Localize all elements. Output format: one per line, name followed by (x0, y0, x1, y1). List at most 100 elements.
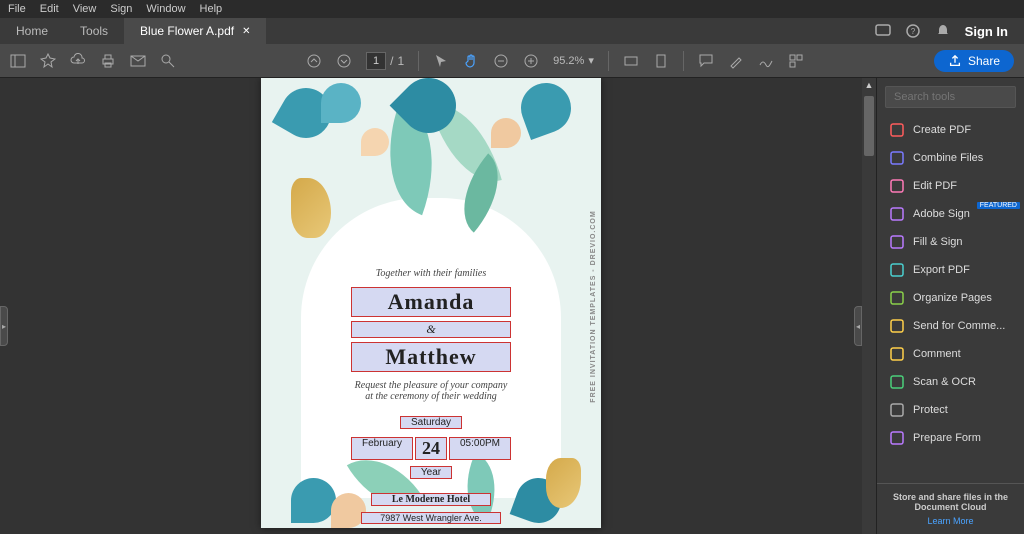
vertical-scrollbar[interactable]: ▲ (862, 78, 876, 534)
tool-icon (889, 430, 905, 446)
sign-in-button[interactable]: Sign In (965, 24, 1008, 39)
tab-bar: Home Tools Blue Flower A.pdf ✕ ? Sign In (0, 18, 1024, 44)
hand-tool-icon[interactable] (463, 53, 479, 69)
cloud-upload-icon[interactable] (70, 53, 86, 69)
scroll-up-icon[interactable]: ▲ (865, 80, 874, 90)
tools-panel: Create PDF Combine Files Edit PDF Adobe Sig… (876, 78, 1024, 534)
request-line2: at the ceremony of their wedding (261, 391, 601, 402)
main-area: ▸ (0, 78, 1024, 534)
address-field[interactable]: 7987 West Wrangler Ave. (361, 512, 501, 524)
zoom-out-icon[interactable] (493, 53, 509, 69)
page-number: / 1 (366, 52, 404, 70)
page-down-icon[interactable] (336, 53, 352, 69)
menu-help[interactable]: Help (200, 3, 223, 15)
cloud-promo: Store and share files in the Document Cl… (877, 483, 1024, 534)
tool-icon (889, 150, 905, 166)
tab-tools[interactable]: Tools (64, 18, 124, 44)
menu-sign[interactable]: Sign (110, 3, 132, 15)
selection-arrow-icon[interactable] (433, 53, 449, 69)
page-up-icon[interactable] (306, 53, 322, 69)
print-icon[interactable] (100, 53, 116, 69)
floral-top-decoration (261, 78, 601, 238)
tab-document[interactable]: Blue Flower A.pdf ✕ (124, 18, 266, 44)
more-tools-icon[interactable] (788, 53, 804, 69)
tool-icon (889, 234, 905, 250)
month-field[interactable]: February (351, 437, 413, 460)
tool-list: Create PDF Combine Files Edit PDF Adobe Sig… (877, 116, 1024, 483)
zoom-dropdown[interactable]: 95.2% ▾ (553, 54, 594, 67)
promo-learn-more-link[interactable]: Learn More (885, 516, 1016, 526)
expand-left-handle[interactable]: ▸ (0, 306, 8, 346)
menu-window[interactable]: Window (146, 3, 185, 15)
scrollbar-thumb[interactable] (864, 96, 874, 156)
expand-right-handle[interactable]: ◂ (854, 306, 862, 346)
featured-badge: FEATURED (977, 202, 1020, 209)
tool-item-comment[interactable]: Comment (877, 340, 1024, 368)
tool-label: Prepare Form (913, 432, 981, 444)
tool-item-edit-pdf[interactable]: Edit PDF (877, 172, 1024, 200)
chat-icon[interactable] (875, 23, 891, 39)
toolbar: / 1 95.2% ▾ Share (0, 44, 1024, 78)
day-field[interactable]: Saturday (400, 416, 462, 429)
intro-text: Together with their families (261, 268, 601, 279)
page-current-input[interactable] (366, 52, 386, 70)
bell-icon[interactable] (935, 23, 951, 39)
tool-label: Export PDF (913, 264, 970, 276)
sidebar-toggle-icon[interactable] (10, 53, 26, 69)
fit-page-icon[interactable] (653, 53, 669, 69)
tool-icon (889, 206, 905, 222)
menu-edit[interactable]: Edit (40, 3, 59, 15)
tool-item-scan-ocr[interactable]: Scan & OCR (877, 368, 1024, 396)
svg-text:?: ? (910, 27, 915, 36)
tool-icon (889, 402, 905, 418)
zoom-in-icon[interactable] (523, 53, 539, 69)
tool-label: Protect (913, 404, 948, 416)
venue-field[interactable]: Le Moderne Hotel (371, 493, 491, 506)
document-viewer[interactable]: ▸ (0, 78, 862, 534)
date-field[interactable]: 24 (415, 437, 447, 460)
mail-icon[interactable] (130, 53, 146, 69)
tool-item-prepare-form[interactable]: Prepare Form (877, 424, 1024, 452)
tool-item-organize-pages[interactable]: Organize Pages (877, 284, 1024, 312)
tool-item-combine-files[interactable]: Combine Files (877, 144, 1024, 172)
tool-label: Create PDF (913, 124, 971, 136)
tab-home-label: Home (16, 24, 48, 38)
sign-icon[interactable] (758, 53, 774, 69)
tool-label: Send for Comme... (913, 320, 1005, 332)
menu-bar: File Edit View Sign Window Help (0, 0, 1024, 18)
help-icon[interactable]: ? (905, 23, 921, 39)
tool-label: Scan & OCR (913, 376, 976, 388)
tool-icon (889, 374, 905, 390)
year-field[interactable]: Year (410, 466, 452, 479)
tab-tools-label: Tools (80, 24, 108, 38)
tab-home[interactable]: Home (0, 18, 64, 44)
tool-item-send-for-comme-[interactable]: Send for Comme... (877, 312, 1024, 340)
menu-view[interactable]: View (73, 3, 97, 15)
zoom-value: 95.2% (553, 55, 584, 67)
tool-item-protect[interactable]: Protect (877, 396, 1024, 424)
tool-icon (889, 262, 905, 278)
star-icon[interactable] (40, 53, 56, 69)
pdf-page: FREE INVITATION TEMPLATES - DREVIO.COM T… (261, 78, 601, 528)
fit-width-icon[interactable] (623, 53, 639, 69)
tool-item-fill-sign[interactable]: Fill & Sign (877, 228, 1024, 256)
promo-title: Store and share files in the Document Cl… (885, 492, 1016, 512)
tool-label: Edit PDF (913, 180, 957, 192)
tool-item-export-pdf[interactable]: Export PDF (877, 256, 1024, 284)
search-icon[interactable] (160, 53, 176, 69)
request-line1: Request the pleasure of your company (261, 380, 601, 391)
name2-field[interactable]: Matthew (351, 342, 511, 372)
tool-item-adobe-sign[interactable]: Adobe SignFEATURED (877, 200, 1024, 228)
tool-item-create-pdf[interactable]: Create PDF (877, 116, 1024, 144)
tool-icon (889, 318, 905, 334)
menu-file[interactable]: File (8, 3, 26, 15)
comment-icon[interactable] (698, 53, 714, 69)
close-tab-icon[interactable]: ✕ (242, 26, 250, 37)
time-field[interactable]: 05:00PM (449, 437, 511, 460)
amp-field[interactable]: & (351, 321, 511, 338)
highlight-icon[interactable] (728, 53, 744, 69)
name1-field[interactable]: Amanda (351, 287, 511, 317)
tab-document-label: Blue Flower A.pdf (140, 24, 234, 38)
search-tools-input[interactable] (885, 86, 1016, 108)
share-button[interactable]: Share (934, 50, 1014, 72)
